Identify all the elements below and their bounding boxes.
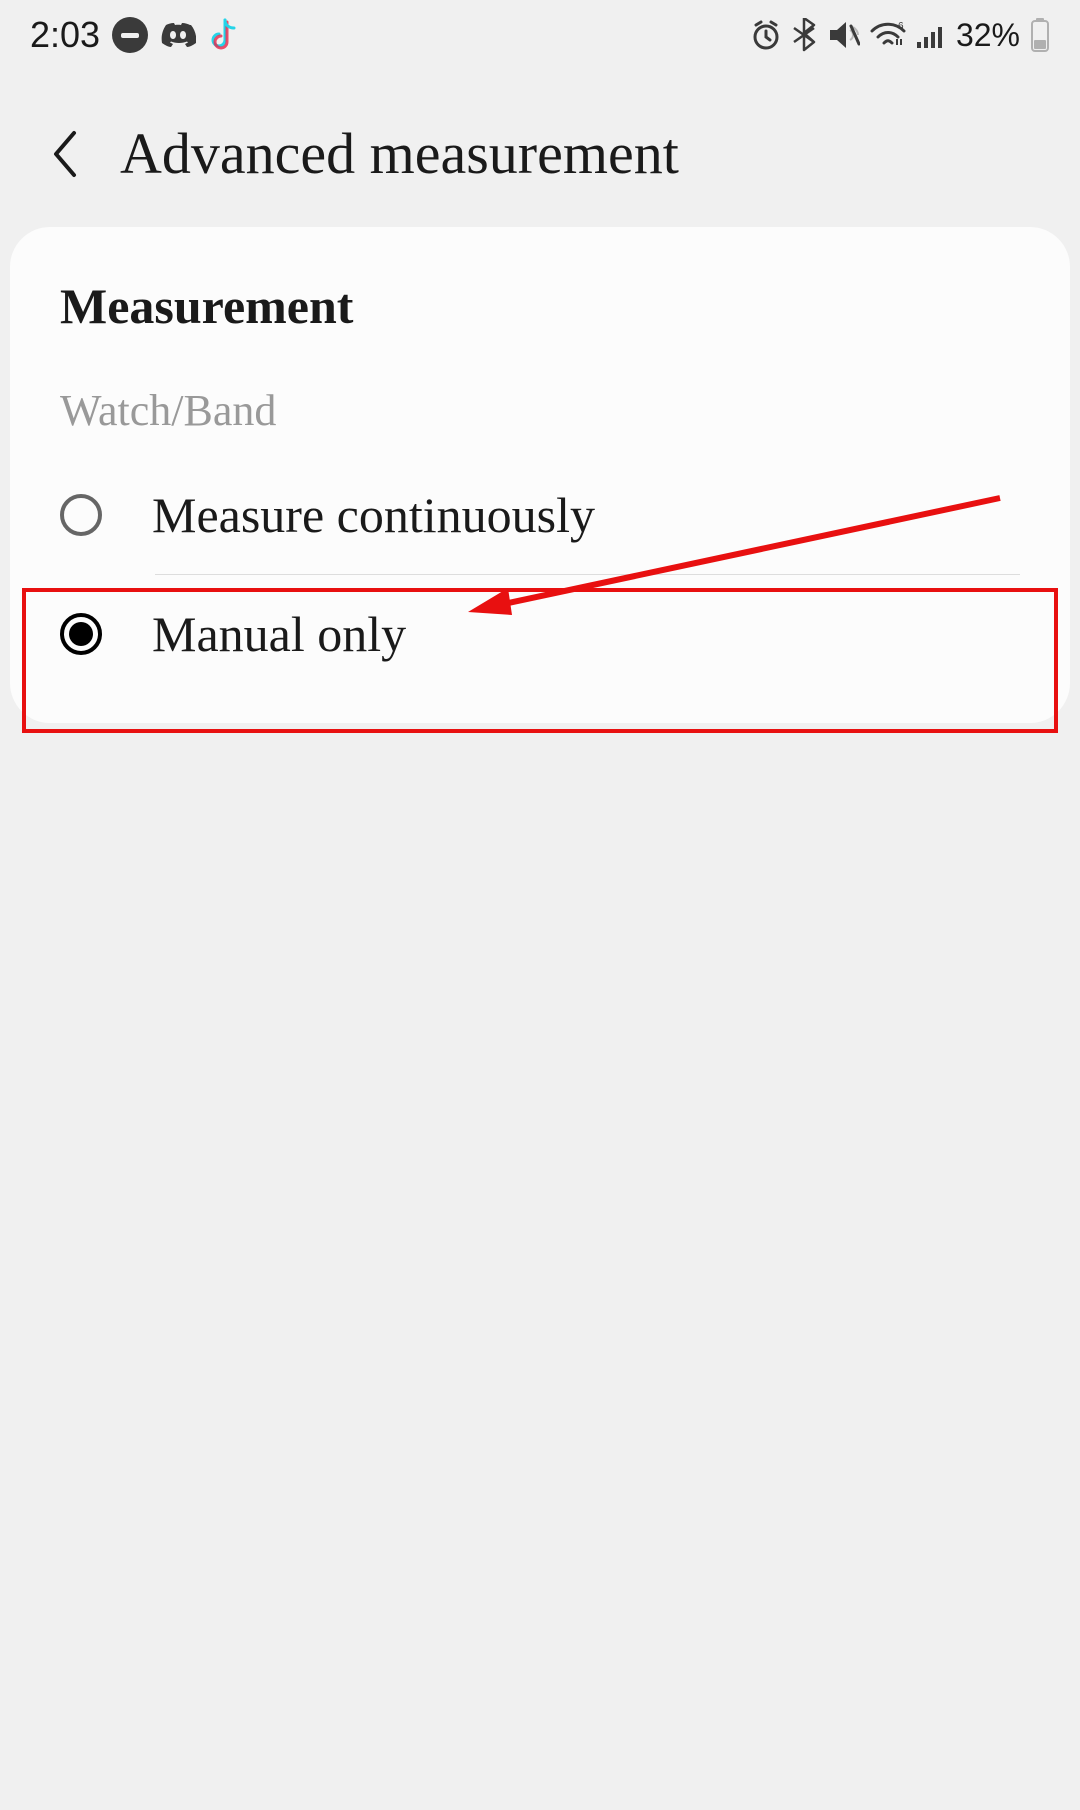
status-bar: 2:03 (0, 0, 1080, 70)
tiktok-icon (208, 18, 238, 52)
wifi-icon: 6 (870, 21, 906, 49)
page-title: Advanced measurement (120, 120, 679, 187)
section-label: Watch/Band (10, 385, 1070, 436)
back-button[interactable] (50, 129, 80, 179)
option-manual-only[interactable]: Manual only (10, 575, 1070, 693)
battery-icon (1030, 18, 1050, 52)
mute-icon (826, 20, 860, 50)
status-left: 2:03 (30, 14, 238, 56)
option-label: Measure continuously (152, 486, 595, 544)
dnd-icon (112, 17, 148, 53)
radio-selected-icon (60, 613, 102, 655)
option-measure-continuously[interactable]: Measure continuously (10, 456, 1070, 574)
chevron-left-icon (50, 129, 80, 179)
bluetooth-icon (792, 18, 816, 52)
card-title: Measurement (10, 277, 1070, 335)
option-label: Manual only (152, 605, 406, 663)
signal-icon (916, 22, 946, 48)
alarm-icon (750, 19, 782, 51)
measurement-card: Measurement Watch/Band Measure continuou… (10, 227, 1070, 723)
radio-unselected-icon (60, 494, 102, 536)
status-right: 6 32% (750, 17, 1050, 54)
battery-percent: 32% (956, 17, 1020, 54)
svg-text:6: 6 (898, 21, 904, 32)
status-time: 2:03 (30, 14, 100, 56)
discord-icon (160, 21, 196, 49)
page-header: Advanced measurement (0, 70, 1080, 227)
